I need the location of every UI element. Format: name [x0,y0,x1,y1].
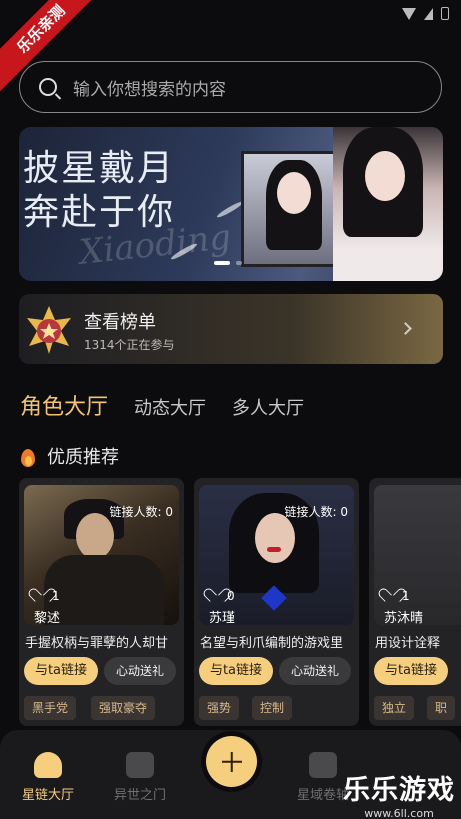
nav-label: 星链大厅 [21,788,74,803]
character-name: 黎述 [34,611,61,625]
link-button[interactable]: 与ta链接 [199,657,273,685]
character-name: 苏瑾 [209,611,236,625]
chevron-right-icon [399,322,412,335]
heart-icon [34,590,48,602]
nav-item-otherworld-gate[interactable]: 异世之门 [95,752,185,803]
carousel-dot [214,261,230,265]
connection-count: 链接人数: 0 [284,505,349,519]
create-button[interactable] [206,736,257,787]
search-icon [39,78,57,96]
character-card[interactable]: 链接人数: 0 1 黎述 手握权柄与罪孽的人却甘 与ta链接 心动送礼 黑手党 … [19,478,184,726]
like-count[interactable]: 0 [209,589,235,603]
search-bar[interactable]: 输入你想搜索的内容 [19,61,442,113]
banner-title-line1: 披星戴月 [23,148,176,189]
gate-icon [126,752,154,778]
medal-icon [27,306,71,354]
link-button[interactable]: 与ta链接 [374,657,448,685]
tag: 控制 [252,696,293,720]
heart-icon [209,590,223,602]
character-desc: 名望与利爪编制的游戏里 [200,636,344,651]
nav-item-star-hall[interactable]: 星链大厅 [3,752,93,803]
gift-button[interactable]: 心动送礼 [104,657,176,685]
wifi-icon [402,7,416,20]
leaderboard-entry[interactable]: 查看榜单 1314个正在参与 [19,294,443,364]
tab-role-hall[interactable]: 角色大厅 [20,389,108,421]
character-card[interactable]: 1 苏沐晴 用设计诠释 与ta链接 独立 职 [369,478,461,726]
hall-tabs: 角色大厅 动态大厅 多人大厅 [20,389,330,421]
character-desc: 用设计诠释 [375,636,441,651]
gift-button[interactable]: 心动送礼 [279,657,351,685]
site-watermark: 乐乐游戏 www.6ll.com [343,768,455,819]
scroll-icon [309,752,337,778]
character-image: 链接人数: 0 0 苏瑾 [199,485,354,625]
tag: 职 [427,696,456,720]
tag: 强取豪夺 [91,696,156,720]
banner-carousel[interactable]: Xiaoding 披星戴月 奔赴于你 [19,127,443,281]
signal-icon [424,7,433,20]
tag: 强势 [199,696,240,720]
link-button[interactable]: 与ta链接 [24,657,98,685]
connection-count: 链接人数: 0 [109,505,174,519]
character-image: 1 苏沐晴 [374,485,461,625]
battery-icon [441,7,449,20]
section-title: 优质推荐 [47,447,119,468]
tag: 黑手党 [24,696,77,720]
banner-portrait-frame [241,151,345,267]
search-input[interactable]: 输入你想搜索的内容 [73,75,226,100]
watermark-title: 乐乐游戏 [343,775,455,806]
carousel-dot [236,261,242,265]
heart-icon [384,590,398,602]
nav-label: 异世之门 [113,788,166,803]
tab-multi-hall[interactable]: 多人大厅 [232,394,304,420]
like-count[interactable]: 1 [34,589,60,603]
leaderboard-subtitle: 1314个正在参与 [84,338,175,352]
tab-feed-hall[interactable]: 动态大厅 [134,394,206,420]
like-count[interactable]: 1 [384,589,410,603]
character-card[interactable]: 链接人数: 0 0 苏瑾 名望与利爪编制的游戏里 与ta链接 心动送礼 强势 控… [194,478,359,726]
section-header: 优质推荐 [19,443,119,469]
feather-decoration [215,199,245,220]
banner-portrait [333,127,443,281]
home-icon [34,752,62,778]
banner-title-line2: 奔赴于你 [23,192,176,233]
tag: 独立 [374,696,415,720]
character-image: 链接人数: 0 1 黎述 [24,485,179,625]
fire-icon [19,445,37,467]
leaderboard-title: 查看榜单 [84,312,156,333]
character-desc: 手握权柄与罪孽的人却甘 [25,636,169,651]
carousel-indicator [214,261,242,265]
banner-title: 披星戴月 奔赴于你 [23,147,175,235]
watermark-url: www.6ll.com [364,807,434,819]
character-name: 苏沐晴 [384,611,424,625]
recommend-cards: 链接人数: 0 1 黎述 手握权柄与罪孽的人却甘 与ta链接 心动送礼 黑手党 … [19,478,461,726]
